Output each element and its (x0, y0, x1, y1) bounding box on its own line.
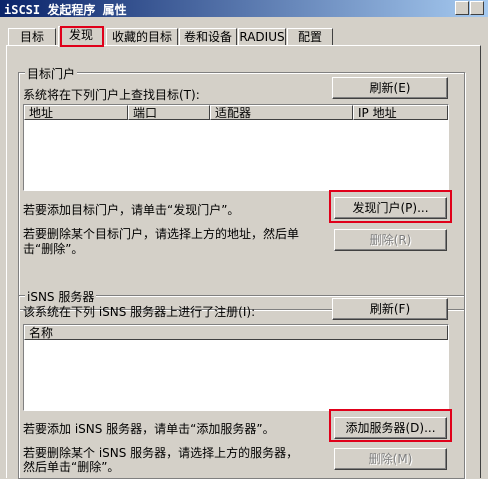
target-portals-title: 目标门户 (25, 65, 78, 82)
isns-list[interactable]: 名称 (23, 324, 449, 411)
remove-portal-hint-line2: 击“删除”。 (23, 242, 84, 256)
discovery-panel: 目标门户 刷新(E) 系统将在下列门户上查找目标(T): 地址 端口 适配器 I… (6, 45, 481, 479)
column-address[interactable]: 地址 (24, 105, 128, 120)
refresh-isns-button[interactable]: 刷新(F) (332, 298, 448, 320)
isns-servers-group: iSNS 服务器 该系统在下列 iSNS 服务器上进行了注册(I): 刷新(F)… (18, 288, 465, 479)
column-ip-address[interactable]: IP 地址 (353, 105, 448, 120)
remove-isns-hint-line1: 若要删除某个 iSNS 服务器，请选择上方的服务器， (23, 446, 299, 460)
tab-radius[interactable]: RADIUS (238, 28, 286, 46)
tab-configuration[interactable]: 配置 (287, 28, 333, 46)
portals-description: 系统将在下列门户上查找目标(T): (23, 88, 200, 102)
discover-highlight-box (329, 190, 452, 223)
tab-strip: 目标 发现 收藏的目标 卷和设备 RADIUS 配置 (0, 26, 488, 47)
column-port[interactable]: 端口 (128, 105, 210, 120)
isns-list-header: 名称 (24, 325, 448, 340)
remove-isns-hint-line2: 然后单击“删除”。 (23, 460, 120, 474)
target-portals-group: 目标门户 刷新(E) 系统将在下列门户上查找目标(T): 地址 端口 适配器 I… (18, 65, 465, 310)
remove-portal-button[interactable]: 删除(R) (334, 229, 447, 251)
tab-highlight-box (60, 26, 104, 47)
column-name[interactable]: 名称 (24, 325, 448, 340)
tab-volumes-devices[interactable]: 卷和设备 (179, 28, 237, 46)
remove-isns-button[interactable]: 删除(M) (334, 448, 447, 470)
portals-list-header: 地址 端口 适配器 IP 地址 (24, 105, 448, 120)
tab-favorite-targets[interactable]: 收藏的目标 (106, 28, 178, 46)
add-portal-hint: 若要添加目标门户，请单击“发现门户”。 (23, 203, 240, 217)
remove-portal-hint-line1: 若要删除某个目标门户，请选择上方的地址，然后单 (23, 227, 300, 241)
isns-description: 该系统在下列 iSNS 服务器上进行了注册(I): (23, 305, 256, 319)
tab-targets[interactable]: 目标 (8, 28, 56, 46)
refresh-portals-button[interactable]: 刷新(E) (332, 77, 448, 99)
add-isns-hint: 若要添加 iSNS 服务器，请单击“添加服务器”。 (23, 422, 275, 436)
close-button[interactable] (470, 1, 484, 15)
add-server-highlight-box (329, 409, 452, 442)
portals-list[interactable]: 地址 端口 适配器 IP 地址 (23, 104, 449, 191)
isns-servers-title: iSNS 服务器 (25, 288, 97, 305)
help-button[interactable] (455, 1, 469, 15)
column-adapter[interactable]: 适配器 (210, 105, 353, 120)
title-bar: iSCSI 发起程序 属性 (0, 0, 488, 17)
window-title: iSCSI 发起程序 属性 (4, 3, 127, 17)
